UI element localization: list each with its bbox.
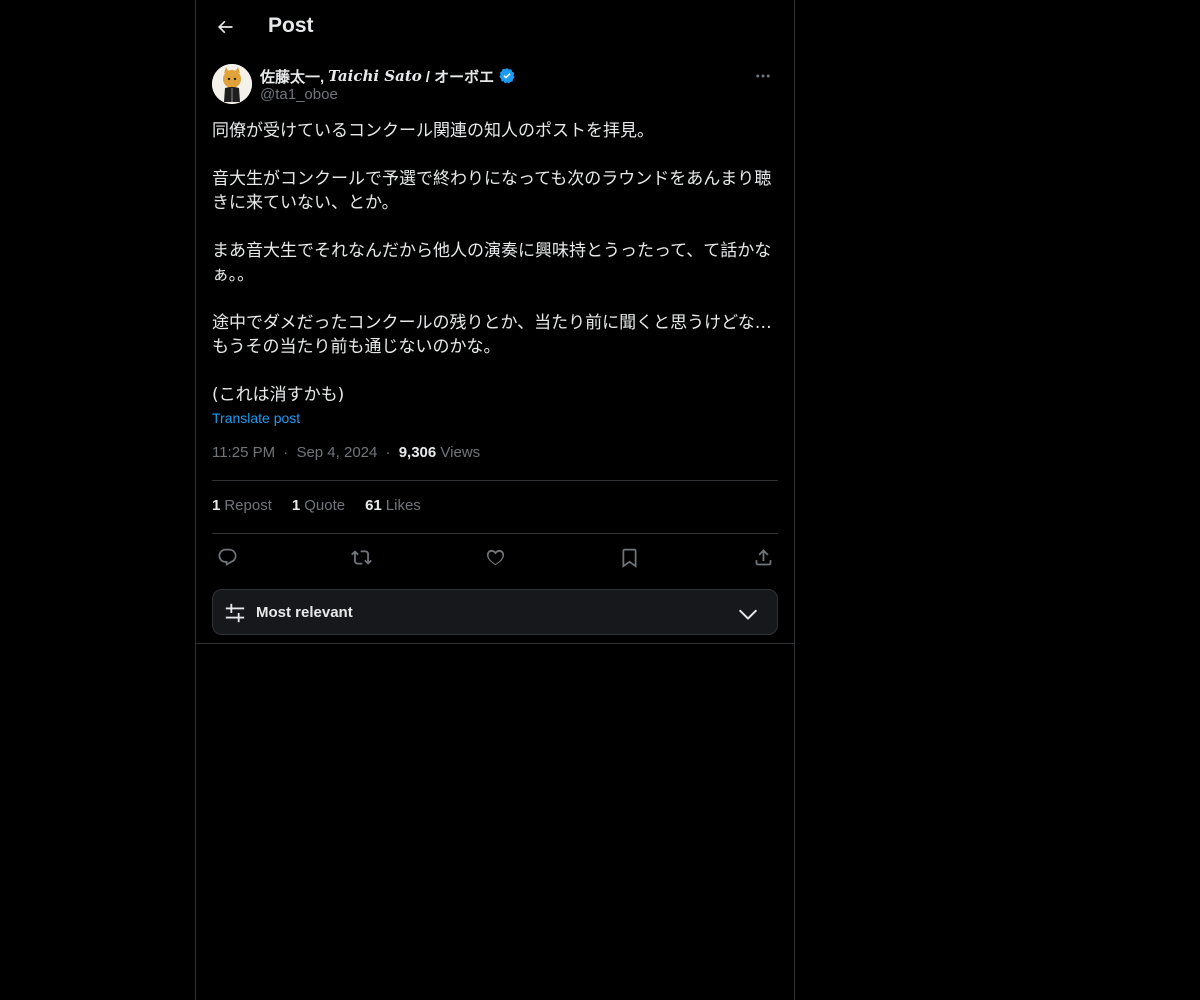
user-handle[interactable]: @ta1_oboe [260, 86, 338, 103]
post-meta: 11:25 PM · Sep 4, 2024 · 9,306 Views [212, 444, 480, 461]
post-text: 同僚が受けているコンクール関連の知人のポストを拝見。 音大生がコンクールで予選で… [212, 119, 778, 407]
page-title: Post [268, 14, 314, 37]
arrow-left-icon [218, 20, 233, 34]
reposts-count: 1 [212, 497, 221, 514]
sort-label: Most relevant [256, 604, 353, 621]
more-options-button[interactable] [748, 64, 778, 88]
post-paragraph: (これは消すかも) [212, 385, 345, 405]
display-name[interactable]: 佐藤太一, Taichi Sato / オーボエ [260, 65, 516, 87]
quotes-stat[interactable]: 1 Quote [292, 497, 345, 514]
share-button[interactable] [748, 542, 778, 572]
like-button[interactable] [480, 542, 510, 572]
post-author: 佐藤太一, Taichi Sato / オーボエ @ta1_oboe [212, 64, 778, 108]
post-paragraph: 途中でダメだったコンクールの残りとか、当たり前に聞くと思うけどな…もうその当たり… [212, 313, 772, 357]
post-date[interactable]: Sep 4, 2024 [296, 444, 377, 461]
back-button[interactable] [208, 10, 242, 44]
repost-icon [350, 549, 372, 565]
sort-replies-dropdown[interactable]: Most relevant [212, 589, 778, 635]
action-bar [212, 542, 778, 572]
share-icon [755, 548, 771, 565]
divider [196, 643, 794, 644]
bookmark-button[interactable] [614, 542, 644, 572]
likes-label: Likes [385, 497, 421, 514]
post-header: Post [196, 0, 794, 53]
meta-separator: · [283, 444, 289, 461]
verified-badge-icon[interactable] [498, 67, 516, 85]
quotes-count: 1 [291, 497, 301, 514]
avatar-image [212, 64, 252, 104]
more-horizontal-icon [756, 74, 770, 78]
reposts-stat[interactable]: 1 Repost [212, 497, 272, 514]
likes-count: 61 [365, 497, 382, 514]
quotes-label: Quote [304, 497, 346, 514]
meta-separator: · [385, 444, 391, 461]
post-paragraph: 同僚が受けているコンクール関連の知人のポストを拝見。 [212, 121, 654, 141]
post-paragraph: まあ音大生でそれなんだから他人の演奏に興味持とうったって、て話かなぁ。。 [212, 241, 772, 285]
post-paragraph: 音大生がコンクールで予選で終わりになっても次のラウンドをあんまり聴きに来ていない… [212, 169, 772, 213]
post-time[interactable]: 11:25 PM [212, 444, 275, 461]
translate-post-link[interactable]: Translate post [212, 410, 300, 426]
post-column: Post 佐藤太一, Taichi Sato / オーボエ @ta1_oboe … [195, 0, 795, 1000]
display-name-suffix: / オーボエ [425, 68, 495, 86]
divider [212, 480, 778, 481]
repost-button[interactable] [346, 542, 376, 572]
bookmark-icon [622, 548, 636, 568]
post-stats: 1 Repost 1 Quote 61 Likes [212, 497, 421, 514]
views-count: 9,306 [398, 444, 437, 461]
avatar[interactable] [212, 64, 252, 104]
views-label: Views [440, 444, 481, 461]
reply-button[interactable] [212, 542, 242, 572]
display-name-italic: Taichi Sato [328, 67, 422, 85]
divider [212, 533, 778, 534]
likes-stat[interactable]: 61 Likes [365, 497, 421, 514]
like-icon [486, 549, 504, 565]
display-name-part: 佐藤太一, [260, 68, 325, 86]
reposts-label: Repost [224, 497, 272, 514]
chevron-down-icon [739, 609, 757, 620]
reply-icon [218, 548, 236, 566]
sliders-icon [225, 603, 245, 623]
